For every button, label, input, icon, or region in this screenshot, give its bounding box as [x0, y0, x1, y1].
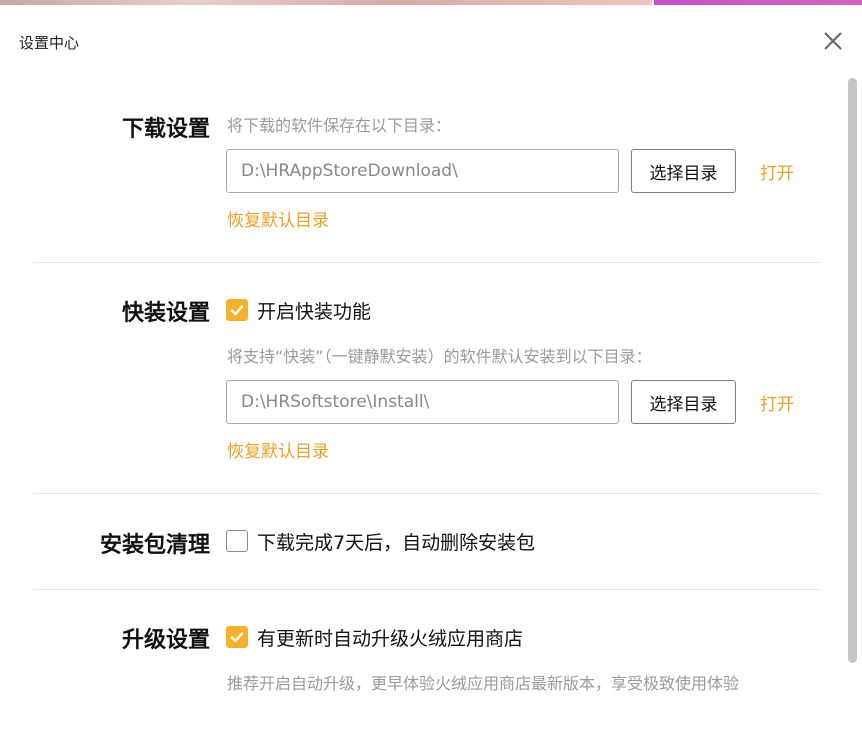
section-divider: [33, 589, 820, 590]
quick-install-checkbox[interactable]: [226, 299, 248, 321]
download-restore-default-link[interactable]: 恢复默认目录: [227, 206, 329, 231]
checkmark-icon: [230, 305, 244, 316]
quick-install-checkbox-row[interactable]: 开启快装功能: [226, 298, 372, 323]
upgrade-section-title: 升级设置: [121, 628, 210, 653]
download-path-input[interactable]: [226, 149, 619, 193]
upgrade-checkbox-row[interactable]: 有更新时自动升级火绒应用商店: [226, 625, 524, 650]
download-hint: 将下载的软件保存在以下目录：: [227, 116, 452, 135]
quick-install-choose-dir-button[interactable]: 选择目录: [631, 380, 736, 424]
download-section-title: 下载设置: [121, 117, 210, 142]
download-open-link[interactable]: 打开: [760, 159, 794, 184]
download-choose-dir-button[interactable]: 选择目录: [631, 149, 736, 193]
top-banner-strip: [0, 0, 862, 5]
quick-install-restore-default-link[interactable]: 恢复默认目录: [227, 437, 329, 462]
upgrade-checkbox[interactable]: [226, 626, 248, 648]
window-title: 设置中心: [19, 34, 80, 52]
checkmark-icon: [230, 632, 244, 643]
cleanup-checkbox-label: 下载完成7天后，自动删除安装包: [257, 531, 536, 554]
quick-install-hint: 将支持“快装”（一键静默安装）的软件默认安装到以下目录：: [227, 347, 652, 366]
quick-install-section-title: 快装设置: [121, 301, 210, 326]
banner-image-left: [0, 0, 652, 5]
banner-image-right: [654, 0, 862, 5]
cleanup-checkbox[interactable]: [226, 530, 248, 552]
quick-install-path-input[interactable]: [226, 380, 619, 424]
upgrade-checkbox-label: 有更新时自动升级火绒应用商店: [257, 627, 524, 650]
quick-install-checkbox-label: 开启快装功能: [257, 300, 372, 323]
quick-install-open-link[interactable]: 打开: [760, 390, 794, 415]
close-icon[interactable]: [822, 30, 844, 52]
section-divider: [33, 493, 820, 494]
section-divider: [33, 262, 820, 263]
upgrade-hint: 推荐开启自动升级，更早体验火绒应用商店最新版本，享受极致使用体验: [227, 674, 740, 693]
scrollbar-thumb[interactable]: [848, 78, 857, 663]
close-button[interactable]: [822, 30, 844, 52]
cleanup-checkbox-row[interactable]: 下载完成7天后，自动删除安装包: [226, 529, 536, 554]
cleanup-section-title: 安装包清理: [99, 533, 210, 558]
